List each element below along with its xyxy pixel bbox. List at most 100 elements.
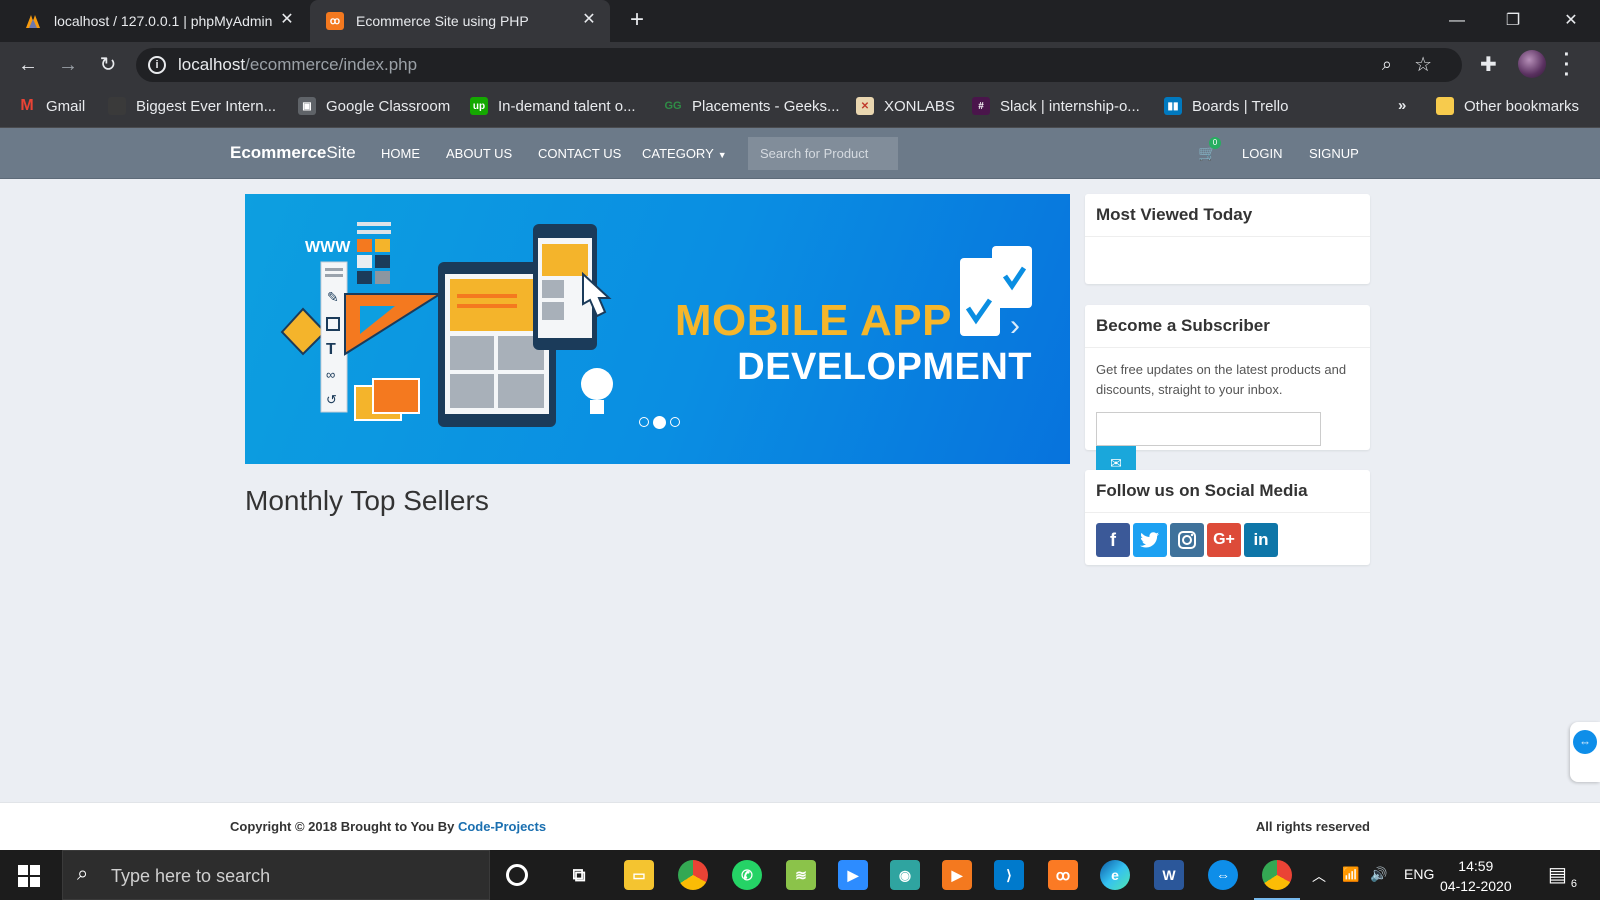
address-bar[interactable]: i localhost/ecommerce/index.php ⌕ ☆: [136, 48, 1462, 82]
teamviewer-icon[interactable]: ⇔: [1208, 860, 1238, 890]
slide-headline-secondary: DEVELOPMENT: [737, 346, 1032, 388]
file-explorer-icon[interactable]: ▭: [624, 860, 654, 890]
bookmark-slack[interactable]: # Slack | internship-o...: [972, 97, 1140, 115]
bookmark-trello[interactable]: ▮▮ Boards | Trello: [1164, 97, 1288, 115]
twitter-icon[interactable]: [1133, 523, 1167, 557]
trello-icon: ▮▮: [1164, 97, 1182, 115]
back-arrow-icon[interactable]: ←: [14, 51, 42, 79]
windows-taskbar: ⌕ Type here to search ⧉ ▭ ✆ ≋ ▶ ◉ ▶ ⟩ ꝏ …: [0, 850, 1600, 900]
nav-signup[interactable]: SIGNUP: [1309, 146, 1359, 161]
subscribe-description: Get free updates on the latest products …: [1096, 362, 1347, 397]
tab-ecommerce[interactable]: ꝏ Ecommerce Site using PHP ✕: [310, 0, 610, 42]
nav-login[interactable]: LOGIN: [1242, 146, 1282, 161]
site-brand[interactable]: EcommerceSite: [230, 143, 356, 163]
bookmark-gmail[interactable]: M Gmail: [18, 97, 85, 115]
zoom-icon[interactable]: ⌕: [1382, 54, 1392, 75]
section-title: Monthly Top Sellers: [245, 485, 489, 516]
carousel-indicators: [639, 415, 680, 429]
extensions-icon[interactable]: ✚: [1480, 52, 1497, 77]
carousel-next-icon[interactable]: ›: [1010, 309, 1020, 343]
close-tab-icon[interactable]: ✕: [580, 11, 598, 29]
tab-title: Ecommerce Site using PHP: [356, 13, 529, 29]
bookmark-upwork[interactable]: up In-demand talent o...: [470, 97, 636, 115]
code-projects-link[interactable]: Code-Projects: [458, 819, 546, 834]
task-view-icon[interactable]: ⧉: [564, 860, 594, 890]
zoom-app-icon[interactable]: ▶: [838, 860, 868, 890]
app-icon[interactable]: ≋: [786, 860, 816, 890]
url-text[interactable]: localhost/ecommerce/index.php: [178, 55, 417, 75]
google-plus-icon[interactable]: G+: [1207, 523, 1241, 557]
site-navbar: EcommerceSite HOME ABOUT US CONTACT US C…: [0, 128, 1600, 179]
tab-phpmyadmin[interactable]: localhost / 127.0.0.1 | phpMyAdmin ✕: [8, 0, 308, 42]
windows-start-icon[interactable]: [18, 865, 40, 887]
other-bookmarks[interactable]: Other bookmarks: [1436, 97, 1579, 115]
chrome-menu-icon[interactable]: · · ·: [1562, 45, 1572, 85]
folder-icon: [1436, 97, 1454, 115]
cart-count-badge: 0: [1209, 137, 1221, 149]
linkedin-icon[interactable]: in: [1244, 523, 1278, 557]
rights-text: All rights reserved: [1255, 819, 1370, 834]
close-tab-icon[interactable]: ✕: [278, 11, 296, 29]
language-indicator[interactable]: ENG: [1404, 866, 1434, 882]
panel-heading: Become a Subscriber: [1085, 305, 1370, 348]
instagram-icon[interactable]: [1170, 523, 1204, 557]
volume-icon[interactable]: 🔊: [1370, 866, 1387, 883]
chrome-icon[interactable]: [678, 860, 708, 890]
whatsapp-icon[interactable]: ✆: [732, 860, 762, 890]
bookmark-biggest-ever-intern[interactable]: Biggest Ever Intern...: [108, 97, 276, 115]
vscode-icon[interactable]: ⟩: [994, 860, 1024, 890]
svg-text:✎: ✎: [327, 289, 339, 305]
bookmark-xonlabs[interactable]: ✕ XONLABS: [856, 97, 955, 115]
restore-button[interactable]: ❐: [1498, 6, 1528, 36]
site-info-icon[interactable]: i: [148, 56, 166, 74]
most-viewed-panel: Most Viewed Today: [1085, 194, 1370, 284]
facebook-icon[interactable]: f: [1096, 523, 1130, 557]
www-label: WWW: [305, 239, 351, 256]
media-player-icon[interactable]: ▶: [942, 860, 972, 890]
xampp-icon[interactable]: ꝏ: [1048, 860, 1078, 890]
product-search-input[interactable]: [748, 137, 898, 170]
subscribe-email-input[interactable]: [1096, 412, 1321, 446]
chrome-active-icon[interactable]: [1254, 860, 1300, 900]
cortana-icon[interactable]: [506, 864, 528, 886]
bookmark-geeksforgeeks[interactable]: GG Placements - Geeks...: [664, 97, 839, 115]
carousel-dot[interactable]: [670, 417, 680, 427]
bookmarks-overflow-button[interactable]: »: [1398, 97, 1406, 114]
edge-icon[interactable]: e: [1100, 860, 1130, 890]
teamviewer-widget[interactable]: ⇔: [1570, 722, 1600, 782]
browser-tab-strip: localhost / 127.0.0.1 | phpMyAdmin ✕ ꝏ E…: [0, 0, 1600, 42]
forward-arrow-icon[interactable]: →: [54, 51, 82, 79]
word-icon[interactable]: W: [1154, 860, 1184, 890]
clock-time: 14:59: [1458, 858, 1494, 874]
system-clock[interactable]: 14:59 04-12-2020: [1440, 856, 1512, 896]
nav-category-dropdown[interactable]: CATEGORY ▼: [642, 146, 727, 161]
clock-date: 04-12-2020: [1440, 878, 1512, 894]
new-tab-button[interactable]: +: [624, 8, 650, 34]
nav-about-us[interactable]: ABOUT US: [446, 146, 512, 161]
nav-contact-us[interactable]: CONTACT US: [538, 146, 621, 161]
panel-heading: Most Viewed Today: [1085, 194, 1370, 237]
close-window-button[interactable]: ✕: [1556, 6, 1586, 36]
social-icons-row: f G+ in: [1085, 513, 1370, 568]
notification-center-icon[interactable]: ▤ 6: [1548, 862, 1578, 890]
carousel-dot-active[interactable]: [653, 415, 666, 429]
cart-icon[interactable]: 🛒 0: [1198, 137, 1221, 162]
profile-avatar[interactable]: [1518, 50, 1546, 78]
bookmark-google-classroom[interactable]: ▣ Google Classroom: [298, 97, 450, 115]
social-media-panel: Follow us on Social Media f G+ in: [1085, 470, 1370, 565]
hero-carousel[interactable]: ✎ T ∞ ↺ WWW MOBILE APP DEVELOPMENT ›: [245, 194, 1070, 464]
gmail-icon: M: [20, 97, 34, 114]
screen-share-icon[interactable]: ◉: [890, 860, 920, 890]
bookmark-star-icon[interactable]: ☆: [1414, 52, 1432, 77]
upwork-icon: up: [470, 97, 488, 115]
reload-icon[interactable]: ↻: [94, 51, 122, 79]
svg-text:↺: ↺: [326, 392, 337, 407]
site-footer: Copyright © 2018 Brought to You By Code-…: [0, 802, 1600, 850]
minimize-button[interactable]: —: [1442, 6, 1472, 36]
carousel-dot[interactable]: [639, 417, 649, 427]
show-hidden-icons[interactable]: ︿: [1312, 866, 1326, 886]
nav-home[interactable]: HOME: [381, 146, 420, 161]
bookmarks-bar: M Gmail Biggest Ever Intern... ▣ Google …: [0, 88, 1600, 128]
network-icon[interactable]: 📶: [1342, 866, 1359, 883]
taskbar-search-box[interactable]: ⌕ Type here to search: [62, 850, 490, 900]
